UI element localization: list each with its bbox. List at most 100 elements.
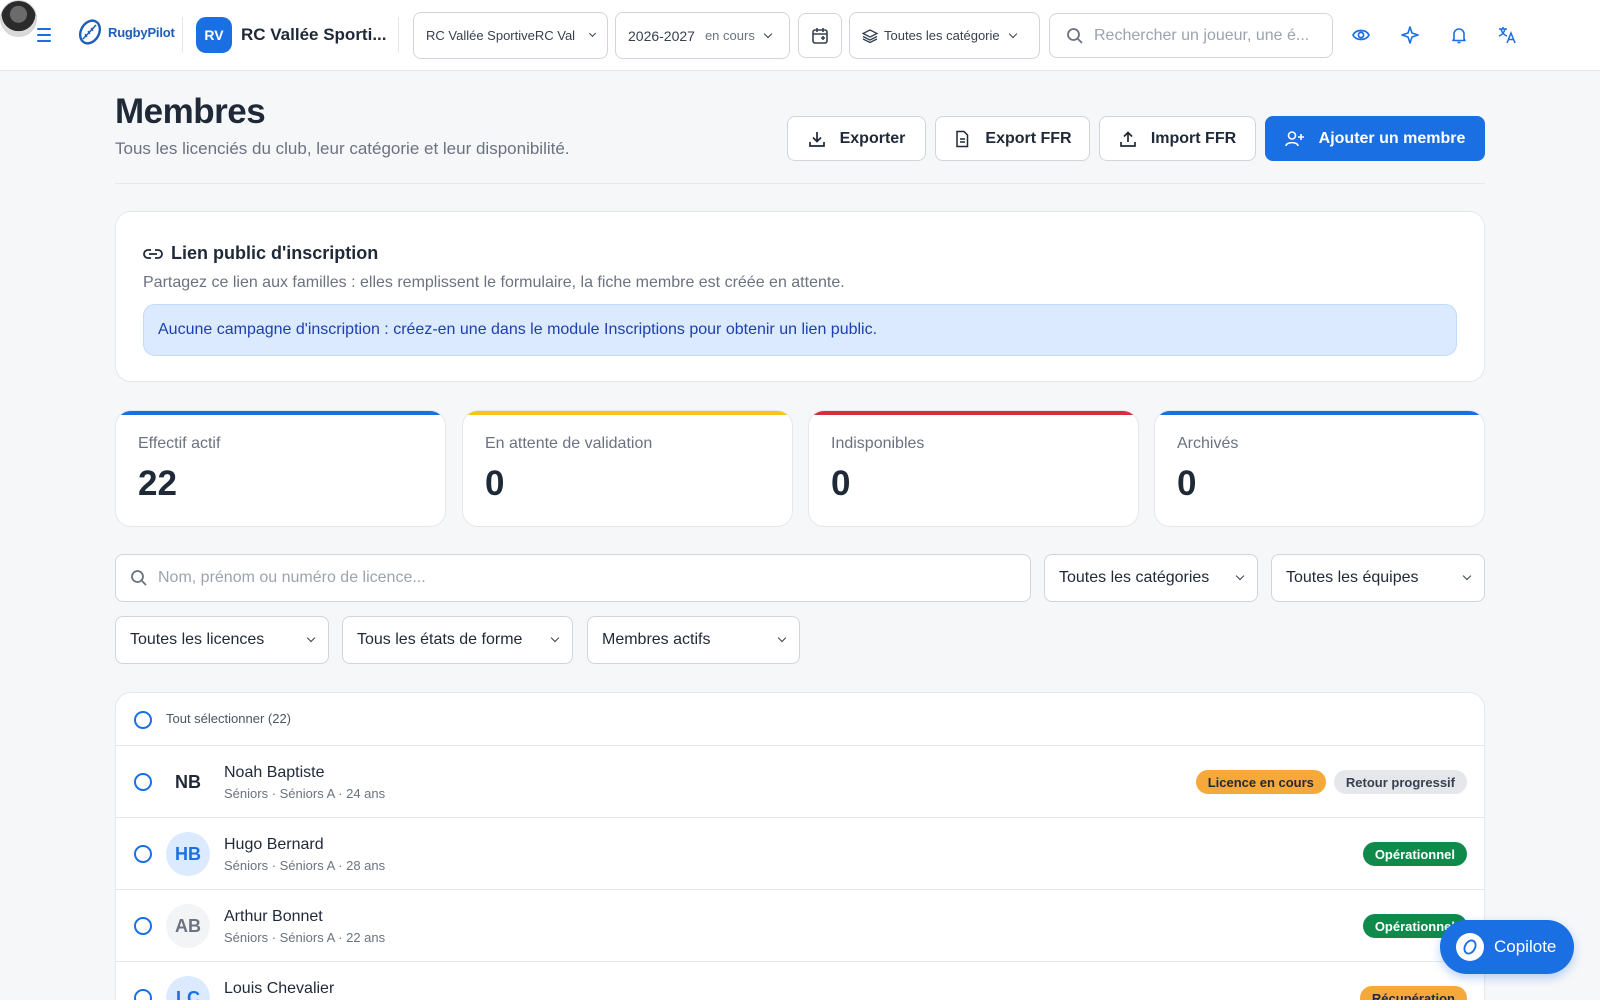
chevron-down-icon [1462,571,1472,581]
member-name: Louis Chevalier [224,980,335,997]
sparkle-icon[interactable] [1398,23,1422,47]
category-filter-value: Toutes les catégories [1059,569,1210,586]
avatar: AB [166,904,210,948]
stat-card-unavailable: Indisponibles 0 [808,410,1139,527]
chevron-down-icon [763,29,773,38]
member-status-filter[interactable]: Membres actifs [587,616,800,664]
eye-icon[interactable] [1349,23,1373,47]
member-badges: Récupération [1359,986,1467,1000]
category-select-value: Toutes les catégorie [884,28,1000,43]
bell-icon[interactable] [1447,23,1471,47]
stat-card-active: Effectif actif 22 [115,410,446,527]
row-checkbox[interactable] [134,917,152,935]
member-name: Arthur Bonnet [224,908,323,925]
public-link-description: Partagez ce lien aux familles : elles re… [143,274,845,291]
member-meta: Séniors · Séniors A · 28 ans [224,858,386,873]
avatar: HB [166,832,210,876]
chevron-down-icon [1235,571,1245,581]
season-status: en cours [704,28,755,43]
member-meta: Séniors · Séniors A · 24 ans [224,786,386,801]
user-avatar[interactable] [0,0,37,37]
licence-filter-value: Toutes les licences [130,631,265,648]
calendar-icon [812,27,828,44]
stat-label: En attente de validation [485,435,653,452]
team-filter[interactable]: Toutes les équipes [1271,554,1485,602]
divider [115,183,1485,184]
translate-icon[interactable] [1495,23,1519,47]
chevron-down-icon [588,29,597,38]
export-label: Exporter [839,129,906,147]
divider [182,17,183,53]
add-member-label: Ajouter un membre [1318,129,1466,147]
stat-label: Archivés [1177,435,1239,452]
member-search-input[interactable]: Nom, prénom ou numéro de licence... [115,554,1031,602]
export-ffr-label: Export FFR [985,129,1072,147]
stat-label: Effectif actif [138,435,221,452]
member-badges: Opérationnel [1362,842,1467,866]
member-meta: Séniors · Séniors A · 22 ans [224,930,386,945]
member-row[interactable]: AB Arthur Bonnet Séniors · Séniors A · 2… [116,890,1484,962]
search-icon [1067,27,1083,44]
chevron-down-icon [777,633,787,643]
club-name[interactable]: RC Vallée Sporti... [241,25,387,45]
licence-filter[interactable]: Toutes les licences [115,616,329,664]
stat-card-pending: En attente de validation 0 [462,410,793,527]
select-all-checkbox[interactable] [134,711,152,729]
global-search-placeholder: Rechercher un joueur, une é... [1094,26,1310,44]
status-badge: Opérationnel [1362,842,1467,866]
public-link-heading: Lien public d'inscription [143,243,378,264]
stat-value: 0 [1177,464,1197,503]
chevron-down-icon [1008,29,1017,38]
fitness-filter[interactable]: Tous les états de forme [342,616,573,664]
rugbypilot-logo-icon [78,19,102,45]
stat-accent-bar [116,411,445,415]
avatar: NB [166,760,210,804]
file-icon [956,130,969,147]
season-value: 2026-2027 [628,27,695,44]
club-badge[interactable]: RV [196,17,232,53]
chevron-down-icon [550,633,560,643]
member-row[interactable]: LC Louis Chevalier Récupération [116,962,1484,1000]
member-badges: Licence en cours Retour progressif [1195,770,1467,794]
stat-card-archived: Archivés 0 [1154,410,1485,527]
app-logo[interactable]: RugbyPilot [76,16,175,48]
member-row[interactable]: NB Noah Baptiste Séniors · Séniors A · 2… [116,746,1484,818]
select-all-label: Tout sélectionner (22) [166,711,292,726]
row-checkbox[interactable] [134,773,152,791]
stat-accent-bar [1155,411,1484,415]
category-select[interactable]: Toutes les catégorie [849,12,1040,59]
page-subtitle: Tous les licenciés du club, leur catégor… [115,139,570,158]
upload-icon [1119,130,1136,147]
top-bar: RugbyPilot RV RC Vallée Sporti... RC Val… [0,0,1600,71]
row-checkbox[interactable] [134,989,152,1000]
avatar: LC [166,976,210,1000]
stat-value: 0 [831,464,851,503]
status-badge: Récupération [1359,986,1467,1000]
menu-icon[interactable] [34,24,54,46]
public-link-card: Lien public d'inscription Partagez ce li… [115,211,1485,382]
public-link-title: Lien public d'inscription [171,243,379,263]
import-ffr-button[interactable]: Import FFR [1099,116,1256,161]
import-ffr-label: Import FFR [1150,129,1237,147]
global-search-input[interactable]: Rechercher un joueur, une é... [1049,13,1333,58]
chevron-down-icon [306,633,316,643]
member-name: Noah Baptiste [224,764,325,781]
fitness-filter-value: Tous les états de forme [357,631,523,648]
stat-value: 22 [138,464,177,503]
member-row[interactable]: HB Hugo Bernard Séniors · Séniors A · 28… [116,818,1484,890]
public-link-notice: Aucune campagne d'inscription : créez-en… [143,304,1457,356]
copilot-logo-icon [1456,933,1484,961]
list-header: Tout sélectionner (22) [116,693,1484,746]
calendar-button[interactable] [798,13,842,58]
export-ffr-button[interactable]: Export FFR [935,116,1090,161]
season-select[interactable]: 2026-2027 en cours [615,12,790,59]
member-search-placeholder: Nom, prénom ou numéro de licence... [158,569,426,586]
category-filter[interactable]: Toutes les catégories [1044,554,1258,602]
export-button[interactable]: Exporter [787,116,926,161]
row-checkbox[interactable] [134,845,152,863]
add-member-button[interactable]: Ajouter un membre [1265,116,1485,161]
member-status-filter-value: Membres actifs [602,631,711,648]
layers-icon [862,28,878,43]
copilot-button[interactable]: Copilote [1440,920,1574,974]
club-select[interactable]: RC Vallée SportiveRC Val [413,12,608,59]
